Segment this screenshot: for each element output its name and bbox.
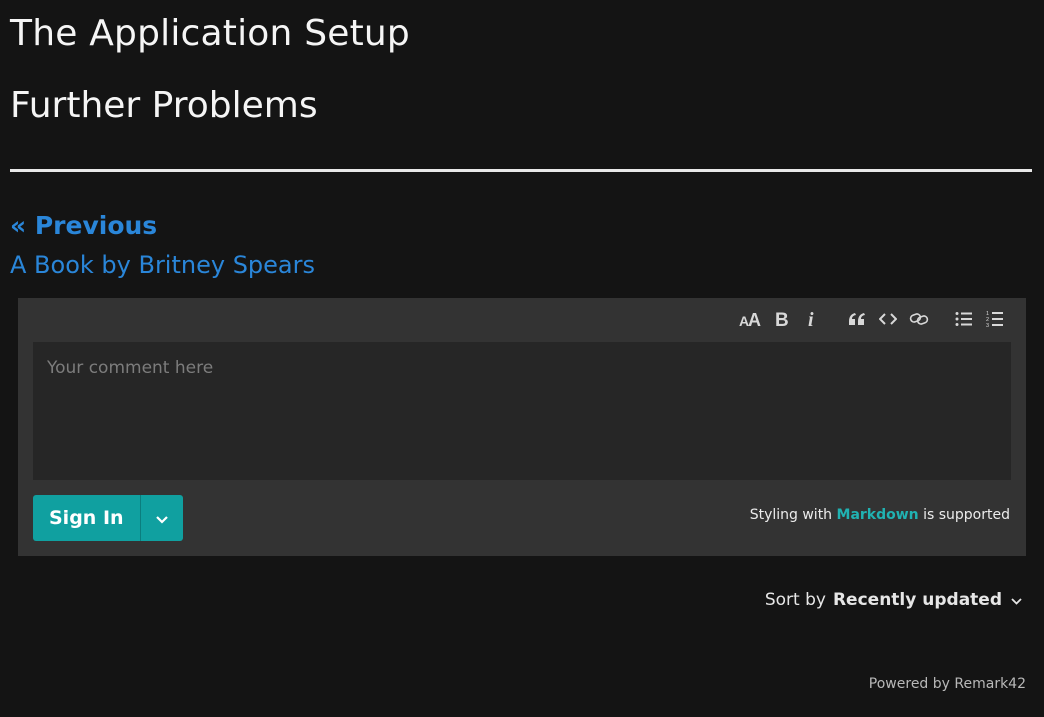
link-button[interactable] xyxy=(903,306,934,332)
header-button[interactable]: A A xyxy=(734,306,765,332)
previous-link[interactable]: « Previous xyxy=(10,210,157,242)
page-subtitle: Further Problems xyxy=(10,85,318,126)
chevron-down-icon[interactable] xyxy=(1011,590,1022,610)
svg-text:3: 3 xyxy=(986,323,989,328)
sort-control: Sort by Recently updated xyxy=(765,590,1022,610)
code-icon xyxy=(878,312,897,326)
comment-input[interactable] xyxy=(33,342,1011,480)
markdown-link[interactable]: Markdown xyxy=(837,507,919,523)
chevron-down-icon xyxy=(155,509,168,528)
bold-button[interactable]: B xyxy=(765,306,796,332)
powered-by: Powered by Remark42 xyxy=(868,676,1026,692)
code-button[interactable] xyxy=(872,306,903,332)
sign-in-button[interactable]: Sign In xyxy=(33,495,141,541)
previous-post-link[interactable]: A Book by Britney Spears xyxy=(10,249,315,281)
editor-toolbar: A A B i 1 2 3 xyxy=(734,306,1010,332)
unordered-list-button[interactable] xyxy=(948,306,979,332)
markdown-suffix: is supported xyxy=(923,507,1010,523)
markdown-prefix: Styling with xyxy=(749,507,833,523)
sign-in-group: Sign In xyxy=(33,495,183,541)
ordered-list-button[interactable]: 1 2 3 xyxy=(979,306,1010,332)
link-icon xyxy=(909,311,929,327)
sign-in-dropdown-button[interactable] xyxy=(141,495,183,541)
sort-label: Sort by xyxy=(764,590,826,610)
svg-text:i: i xyxy=(808,310,814,328)
svg-text:A: A xyxy=(748,311,761,327)
ordered-list-icon: 1 2 3 xyxy=(986,310,1004,328)
unordered-list-icon xyxy=(955,311,973,327)
markdown-note: Styling with Markdown is supported xyxy=(750,507,1010,523)
header-icon: A A xyxy=(739,311,761,327)
svg-text:B: B xyxy=(775,310,788,328)
bold-icon: B xyxy=(774,310,788,328)
page-title: The Application Setup xyxy=(10,13,410,54)
quote-icon xyxy=(848,311,866,327)
divider xyxy=(10,169,1032,172)
italic-icon: i xyxy=(806,310,818,328)
italic-button[interactable]: i xyxy=(796,306,827,332)
quote-button[interactable] xyxy=(841,306,872,332)
sort-select[interactable]: Recently updated xyxy=(833,590,1002,610)
comment-form: A A B i 1 2 3 Your comment here Sign In … xyxy=(18,298,1026,556)
